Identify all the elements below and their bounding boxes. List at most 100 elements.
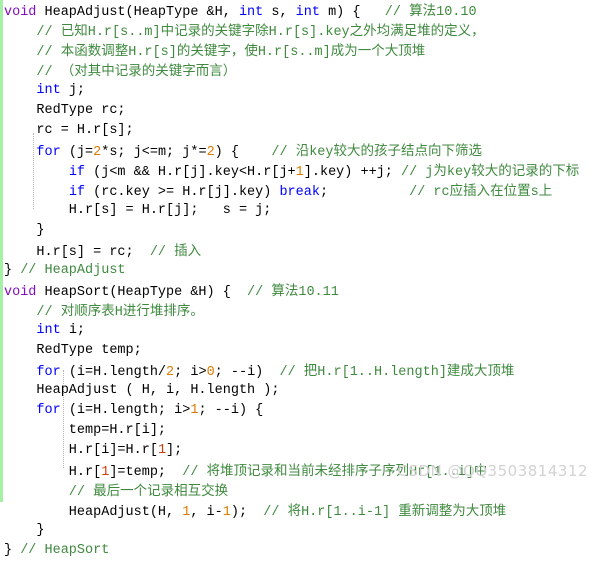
code-token: 中记录的关键字除 [160, 23, 269, 39]
code-token: (i=H.length; i> [60, 403, 191, 418]
code-token: 0 [206, 365, 215, 380]
code-snippet-viewer: void HeapAdjust(HeapType &H, int s, int … [0, 0, 596, 558]
code-line: // 对顺序表H进行堆排序。 [0, 301, 596, 321]
code-token: break [279, 185, 320, 200]
code-line: // 已知H.r[s..m]中记录的关键字除H.r[s].key之外均满足堆的定… [0, 21, 596, 41]
code-token: HeapSort(HeapType &H) { [36, 285, 248, 300]
code-token: s [530, 185, 539, 200]
code-token: (i=H.length/ [60, 365, 167, 380]
code-line: for (j=2*s; j<=m; j*=2) { // 沿key较大的孩子结点… [0, 141, 596, 161]
code-token: H.r[i]=H.r[ [4, 443, 158, 458]
code-token: 沿 [295, 143, 310, 159]
code-token: // [182, 465, 207, 480]
code-token: // [279, 365, 304, 380]
code-token: H [114, 305, 123, 320]
code-token: ].key) ++j; [303, 165, 401, 180]
code-token: 1 [222, 505, 231, 520]
code-token: 上 [538, 183, 553, 199]
code-token: // [4, 65, 61, 80]
code-token: *s; j<=m; j*= [101, 145, 207, 160]
code-token: 本函数调整 [60, 43, 129, 59]
code-token: (rc.key >= H.r[j].key) [85, 185, 280, 200]
code-token: for [36, 145, 61, 160]
code-token: i; [60, 323, 86, 338]
code-token: } [4, 223, 45, 238]
code-token: j; [60, 83, 86, 98]
code-token: H.r[ [4, 465, 102, 480]
code-token: // [4, 45, 61, 60]
code-token: ) { [214, 145, 272, 160]
code-line: int j; [0, 81, 596, 101]
code-token: // j [400, 165, 434, 180]
code-token: ]=temp; [109, 465, 183, 480]
code-token: void [4, 285, 37, 300]
code-token: // HeapAdjust [20, 263, 126, 278]
code-token: // [4, 305, 61, 320]
code-line: HeapAdjust ( H, i, H.length ); [0, 381, 596, 401]
watermark: CSDN @QQ3503814312 [397, 462, 588, 480]
code-token: m) { [319, 5, 385, 20]
code-token: 重新调整为大顶堆 [398, 503, 507, 519]
code-line: int i; [0, 321, 596, 341]
code-line: H.r[s] = H.r[j]; s = j; [0, 201, 596, 221]
code-token: int [238, 5, 264, 20]
code-token: 插入 [174, 243, 202, 259]
code-token: 2 [166, 365, 175, 380]
code-token: H.r[s] = H.r[j]; s = j; [4, 203, 272, 218]
code-token: 算法 [271, 283, 299, 299]
code-token: 较大的孩子结点向下筛选 [333, 143, 483, 159]
code-token: 1 [295, 165, 304, 180]
code-token: （对其中记录的关键字而言） [60, 63, 237, 79]
code-line: if (j<m && H.r[j].key<H.r[j+1].key) ++j;… [0, 161, 596, 181]
code-token: H.r[s..m] [257, 45, 331, 60]
code-line: for (i=H.length; i>1; --i) { [0, 401, 596, 421]
code-token: if [68, 165, 86, 180]
code-token: if [68, 185, 86, 200]
code-line: } // HeapAdjust [0, 261, 596, 281]
code-token: 之外均满足堆的定义， [349, 23, 485, 39]
code-token: int [36, 83, 61, 98]
code-token: RedType rc; [4, 103, 126, 118]
code-token: } [4, 523, 45, 538]
code-line: } // HeapSort [0, 541, 596, 561]
code-token: 对顺序表 [60, 303, 115, 319]
code-line: HeapAdjust(H, 1, i-1); // 将H.r[1..i-1] 重… [0, 501, 596, 521]
code-token: key [309, 145, 334, 160]
code-token: // [247, 285, 272, 300]
code-token: for [36, 403, 61, 418]
code-token: 已知 [60, 23, 88, 39]
code-line: H.r[i]=H.r[1]; [0, 441, 596, 461]
code-token: 建成大顶堆 [446, 363, 515, 379]
code-token: // [4, 485, 94, 500]
code-token: H.r[s..m] [87, 25, 161, 40]
code-token: HeapAdjust(HeapType &H, [36, 5, 239, 20]
code-token: HeapAdjust ( H, i, H.length ); [4, 383, 280, 398]
code-token: } [4, 543, 21, 558]
code-token: s, [263, 5, 296, 20]
code-token: for [36, 365, 61, 380]
code-token: // HeapSort [20, 543, 110, 558]
code-token: 进行堆排序。 [122, 303, 204, 319]
code-token: 10.11 [298, 285, 339, 300]
code-line: temp=H.r[i]; [0, 421, 596, 441]
code-line: void HeapSort(HeapType &H) { // 算法10.11 [0, 281, 596, 301]
code-line: RedType temp; [0, 341, 596, 361]
code-token: ); [230, 505, 264, 520]
code-token: H.r[s] = rc; [4, 245, 150, 260]
code-token: // [263, 505, 288, 520]
code-line: if (rc.key >= H.r[j].key) break; // rc应插… [0, 181, 596, 201]
code-line: } [0, 521, 596, 541]
code-token: , i- [190, 505, 223, 520]
code-token: H.r[1..i-1] [301, 505, 399, 520]
code-token: int [36, 323, 61, 338]
code-token: ; [319, 185, 410, 200]
code-token: ; --i) { [198, 403, 264, 418]
code-token: 应插入在位置 [449, 183, 531, 199]
code-token: 算法 [409, 3, 437, 19]
